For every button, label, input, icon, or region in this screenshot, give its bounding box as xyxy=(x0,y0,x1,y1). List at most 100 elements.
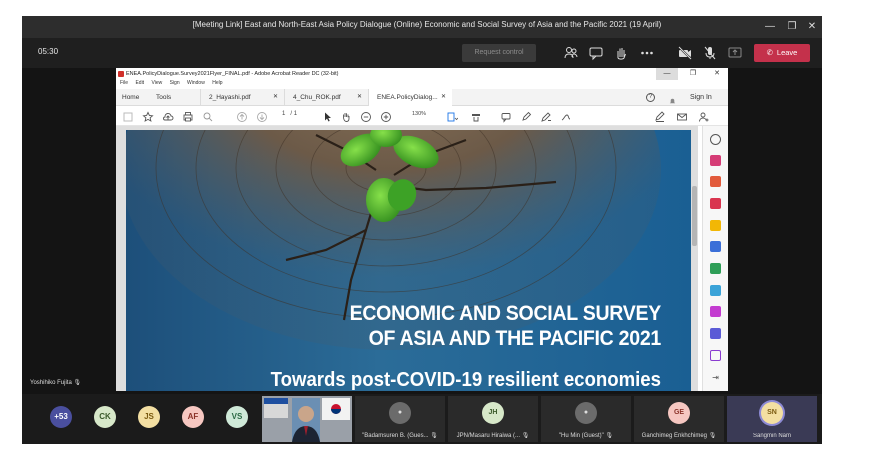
upload-cloud-icon[interactable] xyxy=(162,110,174,122)
search-icon[interactable] xyxy=(202,110,214,122)
document-view[interactable]: ECONOMIC AND SOCIAL SURVEY OF ASIA AND T… xyxy=(116,126,698,391)
pdf-icon xyxy=(118,71,124,77)
avatar[interactable]: AF xyxy=(182,406,204,428)
camera-off-icon[interactable] xyxy=(677,45,693,61)
more-tools-icon[interactable] xyxy=(710,350,721,361)
hand-tool-icon[interactable] xyxy=(340,110,352,122)
close-icon[interactable]: ✕ xyxy=(804,19,820,35)
participant-name: Ganchimeg Enkhchimeg xyxy=(641,433,708,439)
fill-sign-icon[interactable] xyxy=(560,110,572,122)
avatar: GE xyxy=(668,402,690,424)
page-fit-icon[interactable] xyxy=(446,110,459,122)
export-pdf-icon[interactable] xyxy=(710,155,721,166)
page-indicator[interactable]: 1 / 1 xyxy=(282,111,297,117)
meeting-title: [Meeting Link] East and North-East Asia … xyxy=(192,20,662,29)
zoom-search-icon[interactable] xyxy=(710,134,721,145)
combine-files-icon[interactable] xyxy=(710,241,721,252)
create-pdf-icon[interactable] xyxy=(710,198,721,209)
sign-pen-icon[interactable] xyxy=(654,110,666,122)
chat-icon[interactable] xyxy=(588,45,604,61)
maximize-icon[interactable]: ❐ xyxy=(784,19,800,35)
acrobat-maximize-icon[interactable]: ❐ xyxy=(682,68,704,80)
tab-document-chu-rok[interactable]: 4_Chu_ROK.pdf ✕ xyxy=(284,89,368,106)
select-cursor-icon[interactable] xyxy=(322,110,334,122)
participants-icon[interactable] xyxy=(563,45,579,61)
sign-in-button[interactable]: Sign In xyxy=(690,89,712,106)
tab-document-enea[interactable]: ENEA.PolicyDialog... ✕ xyxy=(368,89,452,106)
raise-hand-icon[interactable] xyxy=(613,45,629,61)
meeting-timer: 05:30 xyxy=(38,47,59,56)
zoom-in-icon[interactable] xyxy=(380,110,392,122)
mic-icon: 🎙 xyxy=(708,433,717,439)
avatar[interactable]: CK xyxy=(94,406,116,428)
draw-icon[interactable] xyxy=(540,110,552,122)
menu-window[interactable]: Window xyxy=(187,80,205,86)
share-tray-icon[interactable] xyxy=(727,45,743,61)
scan-ocr-icon[interactable] xyxy=(710,285,721,296)
acrobat-tab-bar: Home Tools 2_Hayashi.pdf ✕ 4_Chu_ROK.pdf ✕… xyxy=(116,89,728,106)
help-icon[interactable]: ? xyxy=(646,93,655,102)
comment-icon[interactable] xyxy=(500,110,512,123)
menu-view[interactable]: View xyxy=(151,80,162,86)
flyer-subtitle: Towards post-COVID-19 resilient economie… xyxy=(270,369,661,391)
flyer-cover-image xyxy=(126,130,691,391)
close-tab-icon: ✕ xyxy=(356,94,362,100)
avatar: JH xyxy=(482,402,504,424)
leave-button[interactable]: ✆ Leave xyxy=(754,44,810,62)
more-options-icon[interactable] xyxy=(639,45,655,61)
tab-tools[interactable]: Tools xyxy=(156,89,171,106)
scroll-mode-icon[interactable] xyxy=(470,110,482,122)
avatar[interactable]: VS xyxy=(226,406,248,428)
participant-tile[interactable]: JH JPN/Masaru Hiraiwa (... 🎙 xyxy=(448,396,538,442)
edit-pdf-icon[interactable] xyxy=(710,263,721,274)
participant-video-tile[interactable] xyxy=(262,396,352,442)
bookmark-star-icon[interactable] xyxy=(142,110,154,122)
tab-home[interactable]: Home xyxy=(122,89,139,106)
phone-icon: ✆ xyxy=(766,48,773,57)
acrobat-close-icon[interactable]: ✕ xyxy=(706,68,728,80)
flyer-heading-line1: ECONOMIC AND SOCIAL SURVEY xyxy=(349,302,662,325)
acrobat-window: ENEA.PolicyDialogue.Survey2021Flyer_FINA… xyxy=(116,68,728,391)
tab-document-hayashi[interactable]: 2_Hayashi.pdf ✕ xyxy=(200,89,284,106)
participants-bar: +53 CK JS AF VS ● "Badamsuren B. (Gues..… xyxy=(22,394,822,444)
menu-sign[interactable]: Sign xyxy=(170,80,180,86)
menu-edit[interactable]: Edit xyxy=(135,80,144,86)
acrobat-minimize-icon[interactable]: — xyxy=(656,68,678,80)
tab-label: 2_Hayashi.pdf xyxy=(209,94,251,101)
participant-tile[interactable]: ● "Badamsuren B. (Gues... 🎙 xyxy=(355,396,445,442)
participant-tile[interactable]: GE Ganchimeg Enkhchimeg 🎙 xyxy=(634,396,724,442)
avatar[interactable]: JS xyxy=(138,406,160,428)
page-up-icon[interactable] xyxy=(236,110,248,122)
participant-tile-speaking[interactable]: SN Sangmin Nam xyxy=(727,396,817,442)
page-total: / 1 xyxy=(290,111,298,117)
acrobat-title-bar: ENEA.PolicyDialogue.Survey2021Flyer_FINA… xyxy=(116,68,728,80)
vertical-scrollbar[interactable] xyxy=(692,186,697,246)
microphone-off-icon[interactable] xyxy=(702,45,718,61)
menu-help[interactable]: Help xyxy=(212,80,222,86)
menu-file[interactable]: File xyxy=(120,80,128,86)
minimize-icon[interactable]: — xyxy=(762,19,778,35)
protect-icon[interactable] xyxy=(710,328,721,339)
tab-label: ENEA.PolicyDialog... xyxy=(377,94,438,101)
collapse-panel-icon[interactable]: ⇥ xyxy=(710,372,721,383)
participant-tile[interactable]: ● "Hu Min (Guest)" 🎙 xyxy=(541,396,631,442)
email-icon[interactable] xyxy=(676,110,688,122)
highlight-pen-icon[interactable] xyxy=(520,110,532,122)
share-user-icon[interactable] xyxy=(698,110,710,122)
overflow-participants-count[interactable]: +53 xyxy=(50,406,72,428)
notifications-icon[interactable] xyxy=(668,93,677,105)
comment-tool-icon[interactable] xyxy=(710,220,721,231)
zoom-out-icon[interactable] xyxy=(360,110,372,122)
request-control-button[interactable]: Request control xyxy=(462,44,536,62)
page-down-icon[interactable] xyxy=(256,110,268,122)
participant-name: "Badamsuren B. (Gues... xyxy=(362,433,429,439)
teams-meeting-window: [Meeting Link] East and North-East Asia … xyxy=(22,16,822,444)
organize-pages-icon[interactable] xyxy=(710,176,721,187)
print-icon[interactable] xyxy=(182,110,194,122)
zoom-level[interactable]: 130% xyxy=(412,111,426,117)
participant-name: Sangmin Nam xyxy=(752,433,791,439)
fill-and-sign-icon[interactable] xyxy=(710,306,721,317)
save-icon[interactable] xyxy=(122,110,134,122)
tab-label: 4_Chu_ROK.pdf xyxy=(293,94,341,101)
flyer-heading: ECONOMIC AND SOCIAL SURVEY OF ASIA AND T… xyxy=(284,301,662,351)
